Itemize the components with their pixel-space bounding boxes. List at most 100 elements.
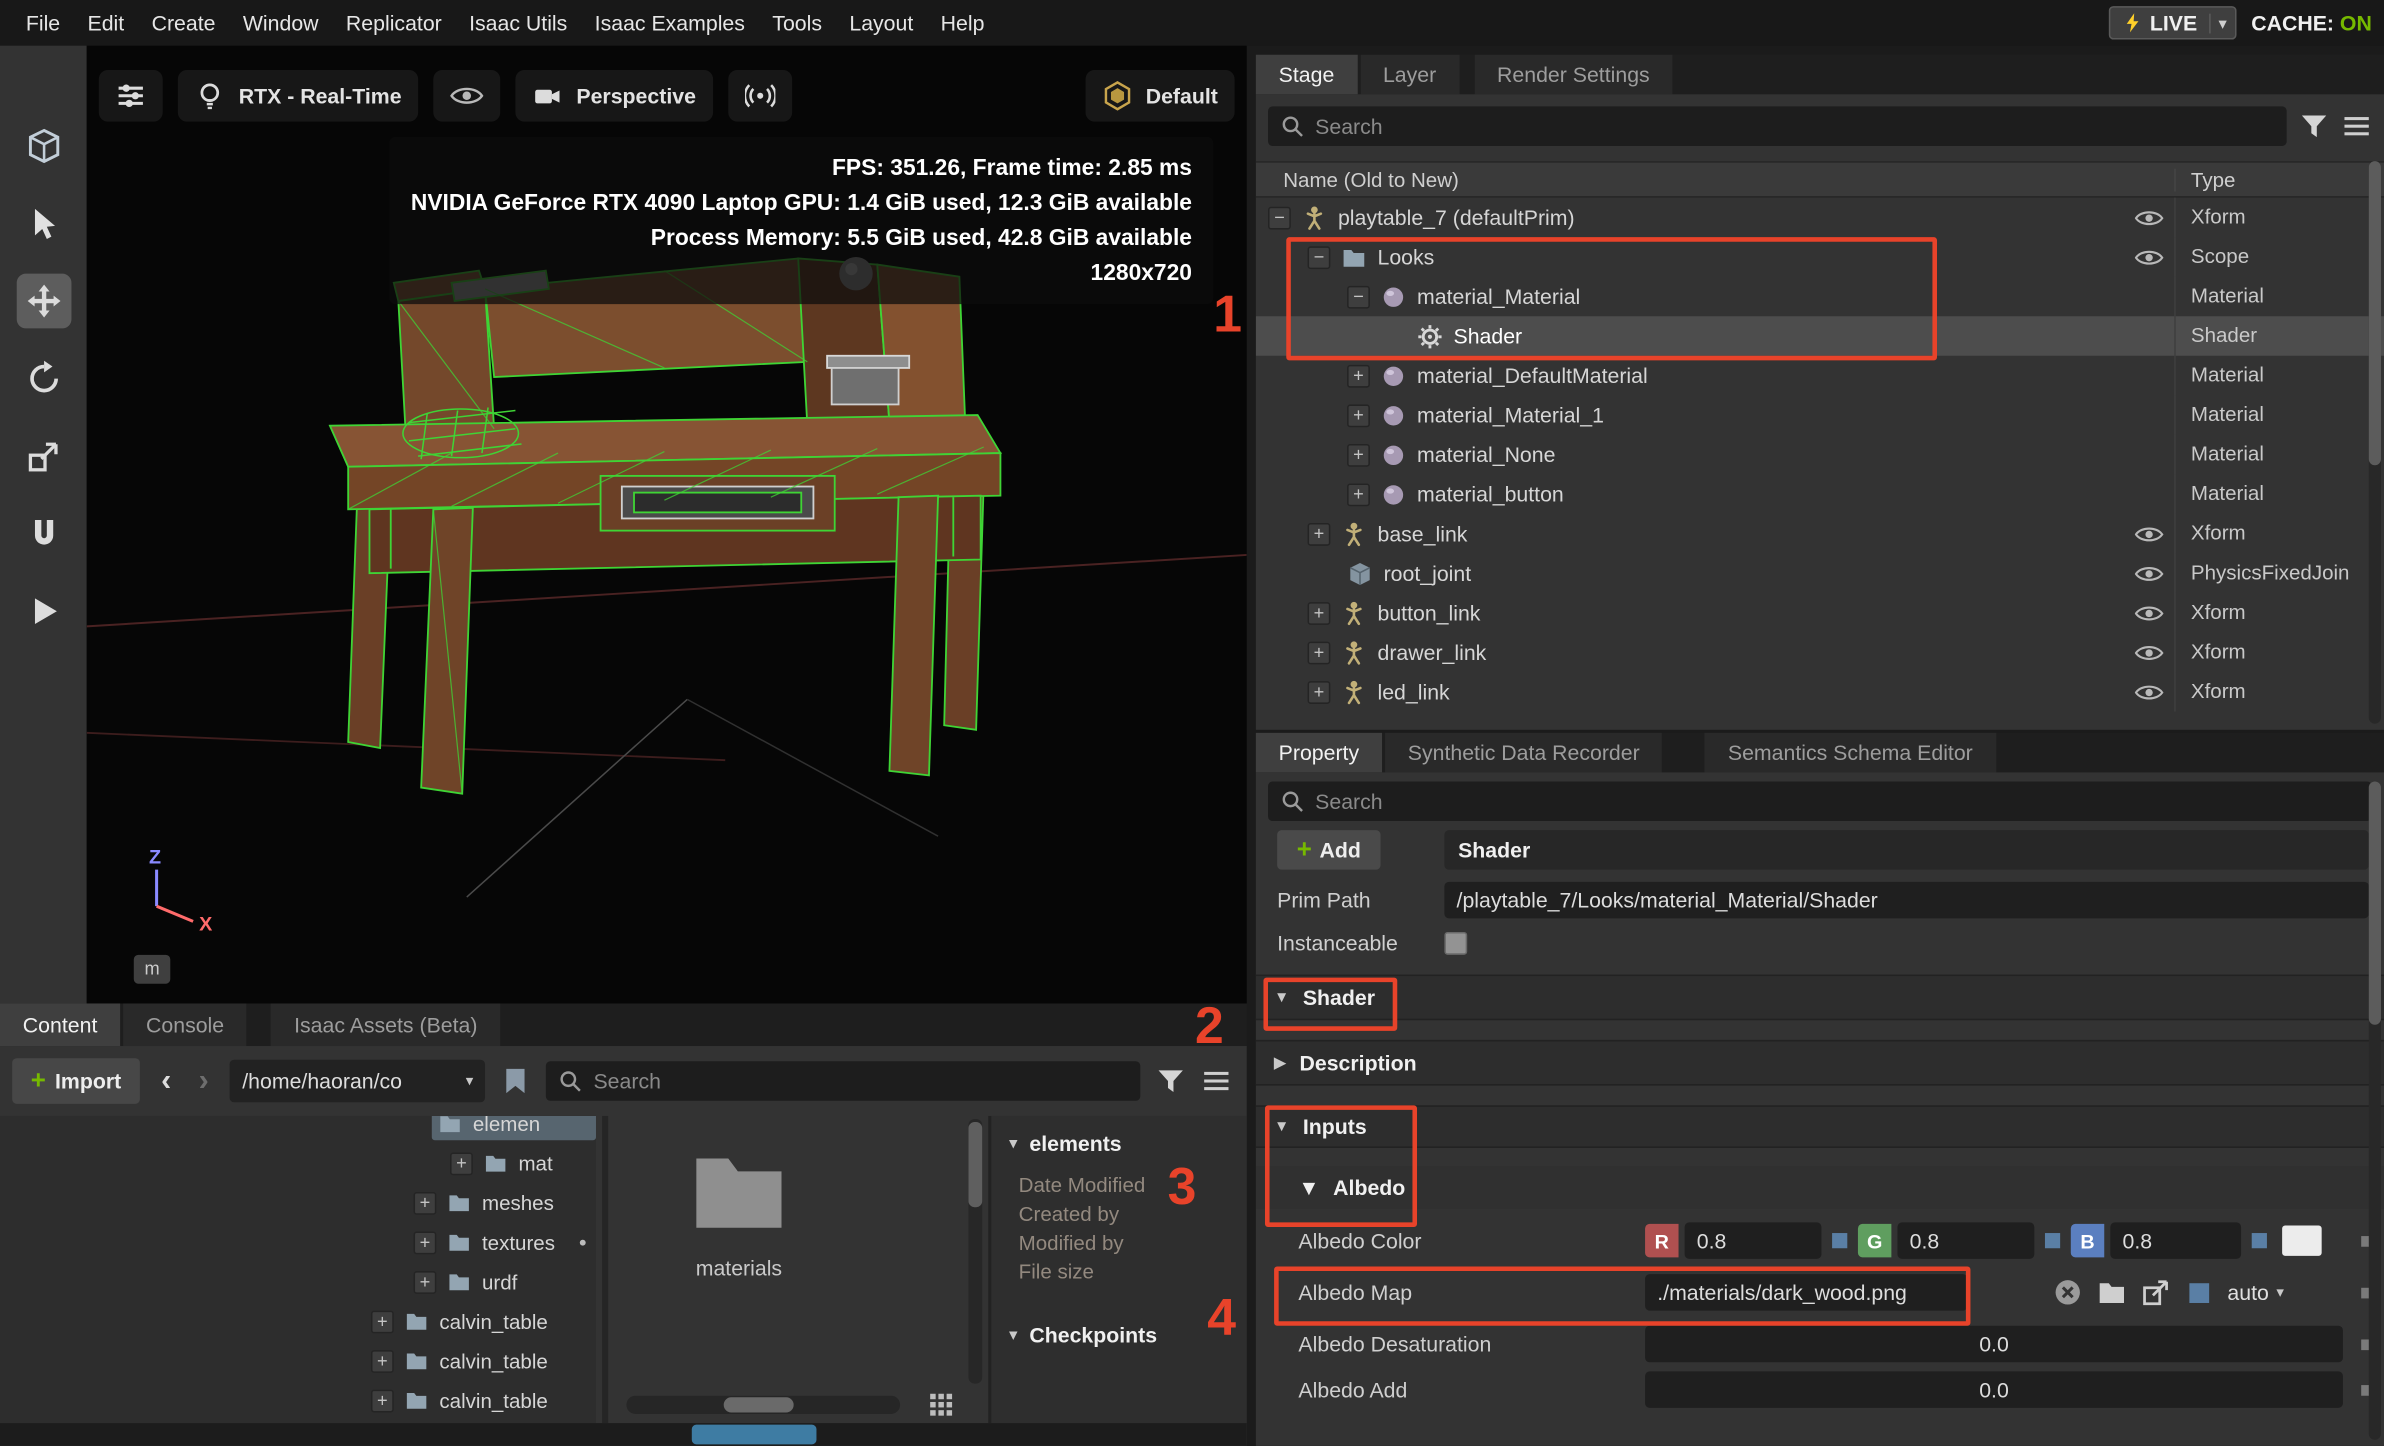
folder-browse-icon[interactable] xyxy=(2097,1277,2127,1307)
expand-toggle[interactable]: + xyxy=(414,1270,437,1293)
property-scrollbar[interactable] xyxy=(2369,781,2381,1439)
tab-render-settings[interactable]: Render Settings xyxy=(1474,55,1672,95)
tree-item-meshes[interactable]: + meshes xyxy=(0,1183,596,1223)
tab-synthetic-data-recorder[interactable]: Synthetic Data Recorder xyxy=(1385,733,1663,773)
expand-toggle[interactable]: + xyxy=(1308,522,1331,545)
play-button[interactable] xyxy=(16,584,71,639)
channel-link-toggle[interactable] xyxy=(1832,1233,1847,1248)
albedo-map-input[interactable] xyxy=(1645,1274,1967,1310)
expand-toggle[interactable]: + xyxy=(1308,680,1331,703)
live-button[interactable]: LIVE ▾ xyxy=(2109,6,2236,39)
menu-layout[interactable]: Layout xyxy=(836,0,927,46)
albedo-desaturation-input[interactable] xyxy=(1645,1326,2343,1362)
expand-toggle[interactable]: + xyxy=(1347,364,1370,387)
tree-item-calvin-table-2[interactable]: + calvin_table xyxy=(0,1341,596,1381)
tree-item-elements[interactable]: elemen xyxy=(0,1116,596,1143)
channel-b-swatch[interactable]: B xyxy=(2071,1224,2104,1257)
files-scrollbar-vertical[interactable] xyxy=(968,1119,982,1384)
rotate-tool-button[interactable] xyxy=(16,351,71,406)
expand-toggle[interactable]: + xyxy=(1347,404,1370,427)
colorspace-dropdown[interactable]: auto ▾ xyxy=(2227,1280,2284,1304)
tab-semantics-schema-editor[interactable]: Semantics Schema Editor xyxy=(1705,733,1996,773)
files-scrollbar-horizontal[interactable] xyxy=(626,1396,900,1414)
menu-window[interactable]: Window xyxy=(229,0,332,46)
filter-icon[interactable] xyxy=(2299,111,2329,141)
import-button[interactable]: + Import xyxy=(12,1058,140,1104)
elements-section-header[interactable]: ▾ elements xyxy=(1010,1131,1247,1155)
visibility-eye-icon[interactable] xyxy=(2134,642,2163,662)
stage-row-playtable[interactable]: − playtable_7 (defaultPrim) Xform xyxy=(1256,198,2384,238)
section-description[interactable]: ▶ Description xyxy=(1256,1040,2384,1086)
tree-item-calvin-table-1[interactable]: + calvin_table xyxy=(0,1301,596,1341)
channel-link-toggle[interactable] xyxy=(2045,1233,2060,1248)
tab-property[interactable]: Property xyxy=(1256,733,1382,773)
nav-forward-button[interactable]: › xyxy=(193,1064,215,1099)
collapse-toggle[interactable]: − xyxy=(1347,285,1370,308)
visibility-eye-icon[interactable] xyxy=(2134,603,2163,623)
options-menu-icon[interactable] xyxy=(1201,1066,1231,1096)
section-shader[interactable]: ▼ Shader xyxy=(1256,975,2384,1021)
viewport-3d[interactable]: RTX - Real-Time Perspective Default FPS:… xyxy=(87,46,1247,1004)
stage-row-material-none[interactable]: + material_None Material xyxy=(1256,435,2384,475)
stage-row-button-link[interactable]: + button_link Xform xyxy=(1256,593,2384,633)
grid-unit-button[interactable]: m xyxy=(134,955,170,984)
prim-name-field[interactable]: Shader xyxy=(1444,830,2368,870)
stage-row-looks[interactable]: − Looks Scope xyxy=(1256,237,2384,277)
albedo-b-input[interactable] xyxy=(2110,1222,2241,1258)
albedo-g-input[interactable] xyxy=(1897,1222,2034,1258)
albedo-r-input[interactable] xyxy=(1685,1222,1822,1258)
stage-row-material-material[interactable]: − material_Material Material xyxy=(1256,277,2384,317)
expand-toggle[interactable]: + xyxy=(1308,641,1331,664)
section-inputs[interactable]: ▼ Inputs xyxy=(1256,1105,2384,1148)
stage-row-shader-selected[interactable]: Shader Shader xyxy=(1256,316,2384,356)
channel-r-swatch[interactable]: R xyxy=(1645,1224,1678,1257)
checkpoints-section-header[interactable]: ▾ Checkpoints xyxy=(1010,1323,1247,1347)
expand-toggle[interactable]: + xyxy=(371,1349,394,1372)
viewport-settings-button[interactable] xyxy=(99,70,163,122)
stage-row-drawer-link[interactable]: + drawer_link Xform xyxy=(1256,632,2384,672)
menu-help[interactable]: Help xyxy=(927,0,998,46)
stage-row-led-link[interactable]: + led_link Xform xyxy=(1256,672,2384,712)
tab-isaac-assets[interactable]: Isaac Assets (Beta) xyxy=(271,1003,500,1046)
tree-item-textures[interactable]: + textures ● xyxy=(0,1222,596,1262)
expand-toggle[interactable]: + xyxy=(414,1231,437,1254)
menu-tools[interactable]: Tools xyxy=(759,0,836,46)
stage-search[interactable] xyxy=(1268,106,2287,146)
menu-isaac-utils[interactable]: Isaac Utils xyxy=(455,0,581,46)
stage-row-base-link[interactable]: + base_link Xform xyxy=(1256,514,2384,554)
visibility-eye-icon[interactable] xyxy=(2134,524,2163,544)
materials-folder-icon[interactable] xyxy=(675,1137,803,1243)
tab-stage[interactable]: Stage xyxy=(1256,55,1357,95)
expand-toggle[interactable]: + xyxy=(371,1310,394,1333)
expand-toggle[interactable]: + xyxy=(1308,601,1331,624)
menu-create[interactable]: Create xyxy=(138,0,229,46)
select-tool-button[interactable] xyxy=(16,196,71,251)
clear-icon[interactable] xyxy=(2053,1277,2083,1307)
stage-search-input[interactable] xyxy=(1315,114,2274,138)
collapse-toggle[interactable]: − xyxy=(1268,206,1291,229)
renderer-button[interactable]: RTX - Real-Time xyxy=(178,70,418,122)
visibility-button[interactable] xyxy=(433,70,500,122)
grid-view-toggle-icon[interactable] xyxy=(924,1390,957,1417)
bookmark-icon[interactable] xyxy=(501,1066,531,1096)
scale-tool-button[interactable] xyxy=(16,429,71,484)
move-tool-button[interactable] xyxy=(16,274,71,329)
visibility-eye-icon[interactable] xyxy=(2134,563,2163,583)
waypoint-button[interactable] xyxy=(728,70,792,122)
stage-row-material-1[interactable]: + material_Material_1 Material xyxy=(1256,395,2384,435)
filter-icon[interactable] xyxy=(1156,1066,1186,1096)
visibility-eye-icon[interactable] xyxy=(2134,247,2163,267)
add-button[interactable]: + Add xyxy=(1277,830,1380,870)
color-preview-swatch[interactable] xyxy=(2282,1225,2322,1255)
options-menu-icon[interactable] xyxy=(2341,111,2371,141)
stage-scrollbar[interactable] xyxy=(2369,161,2381,724)
expand-toggle[interactable]: + xyxy=(1347,483,1370,506)
expand-toggle[interactable]: + xyxy=(371,1389,394,1412)
property-search-input[interactable] xyxy=(1315,789,2360,813)
stage-row-root-joint[interactable]: root_joint PhysicsFixedJoin xyxy=(1256,553,2384,593)
menu-file[interactable]: File xyxy=(12,0,74,46)
channel-link-toggle[interactable] xyxy=(2252,1233,2267,1248)
nav-back-button[interactable]: ‹ xyxy=(155,1064,177,1099)
collapse-toggle[interactable]: − xyxy=(1308,246,1331,269)
tab-layer[interactable]: Layer xyxy=(1360,55,1459,95)
